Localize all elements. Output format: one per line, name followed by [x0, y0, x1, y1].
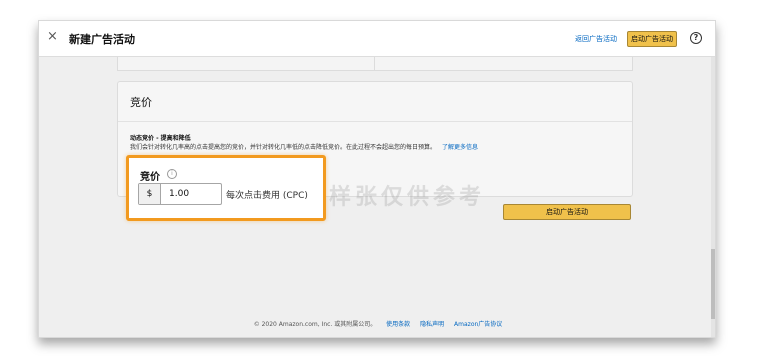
learn-more-link[interactable]: 了解更多信息: [442, 144, 478, 151]
bidding-strategy-description: 我们会针对转化几率高的点击提高您的竞价，并针对转化几率低的点击降低竞价。在此过程…: [130, 142, 478, 151]
previous-card-bottom: [117, 57, 633, 71]
bid-unit-label: 每次点击费用 (CPC): [226, 191, 308, 201]
bidding-strategy-title: 动态竞价 - 提高和降低: [130, 135, 191, 142]
card-divider: [374, 57, 375, 70]
scrollbar-thumb[interactable]: [711, 249, 715, 319]
page-title: 新建广告活动: [69, 33, 135, 46]
currency-prefix: $: [139, 184, 161, 204]
bidding-card-header: 竞价: [118, 82, 632, 122]
help-icon[interactable]: ?: [690, 32, 702, 44]
page-footer: © 2020 Amazon.com, Inc. 或其附属公司。 使用条款 隐私声…: [39, 319, 715, 328]
bid-amount-value[interactable]: 1.00: [161, 184, 189, 204]
copyright-text: © 2020 Amazon.com, Inc. 或其附属公司。: [253, 321, 377, 328]
bidding-card-title: 竞价: [130, 96, 152, 109]
info-icon[interactable]: i: [167, 169, 177, 179]
top-bar: × 新建广告活动 返回广告活动 启动广告活动 ?: [39, 21, 715, 57]
launch-campaign-button-bottom[interactable]: 启动广告活动: [503, 204, 631, 220]
footer-link-ads-agreement[interactable]: Amazon广告协议: [454, 321, 502, 328]
strategy-description-text: 我们会针对转化几率高的点击提高您的竞价，并针对转化几率低的点击降低竞价。在此过程…: [130, 144, 437, 151]
launch-campaign-button-top[interactable]: 启动广告活动: [627, 31, 677, 47]
bid-highlight-callout: 竞价 i $ 1.00 每次点击费用 (CPC): [126, 155, 326, 221]
bid-label: 竞价: [140, 172, 160, 183]
bid-amount-input[interactable]: $ 1.00: [138, 183, 222, 205]
sample-watermark: 样张仅供参考: [329, 185, 486, 210]
close-icon[interactable]: ×: [47, 30, 58, 44]
footer-link-privacy[interactable]: 隐私声明: [420, 321, 444, 328]
footer-link-terms[interactable]: 使用条款: [386, 321, 410, 328]
back-to-campaigns-link[interactable]: 返回广告活动: [575, 34, 617, 44]
